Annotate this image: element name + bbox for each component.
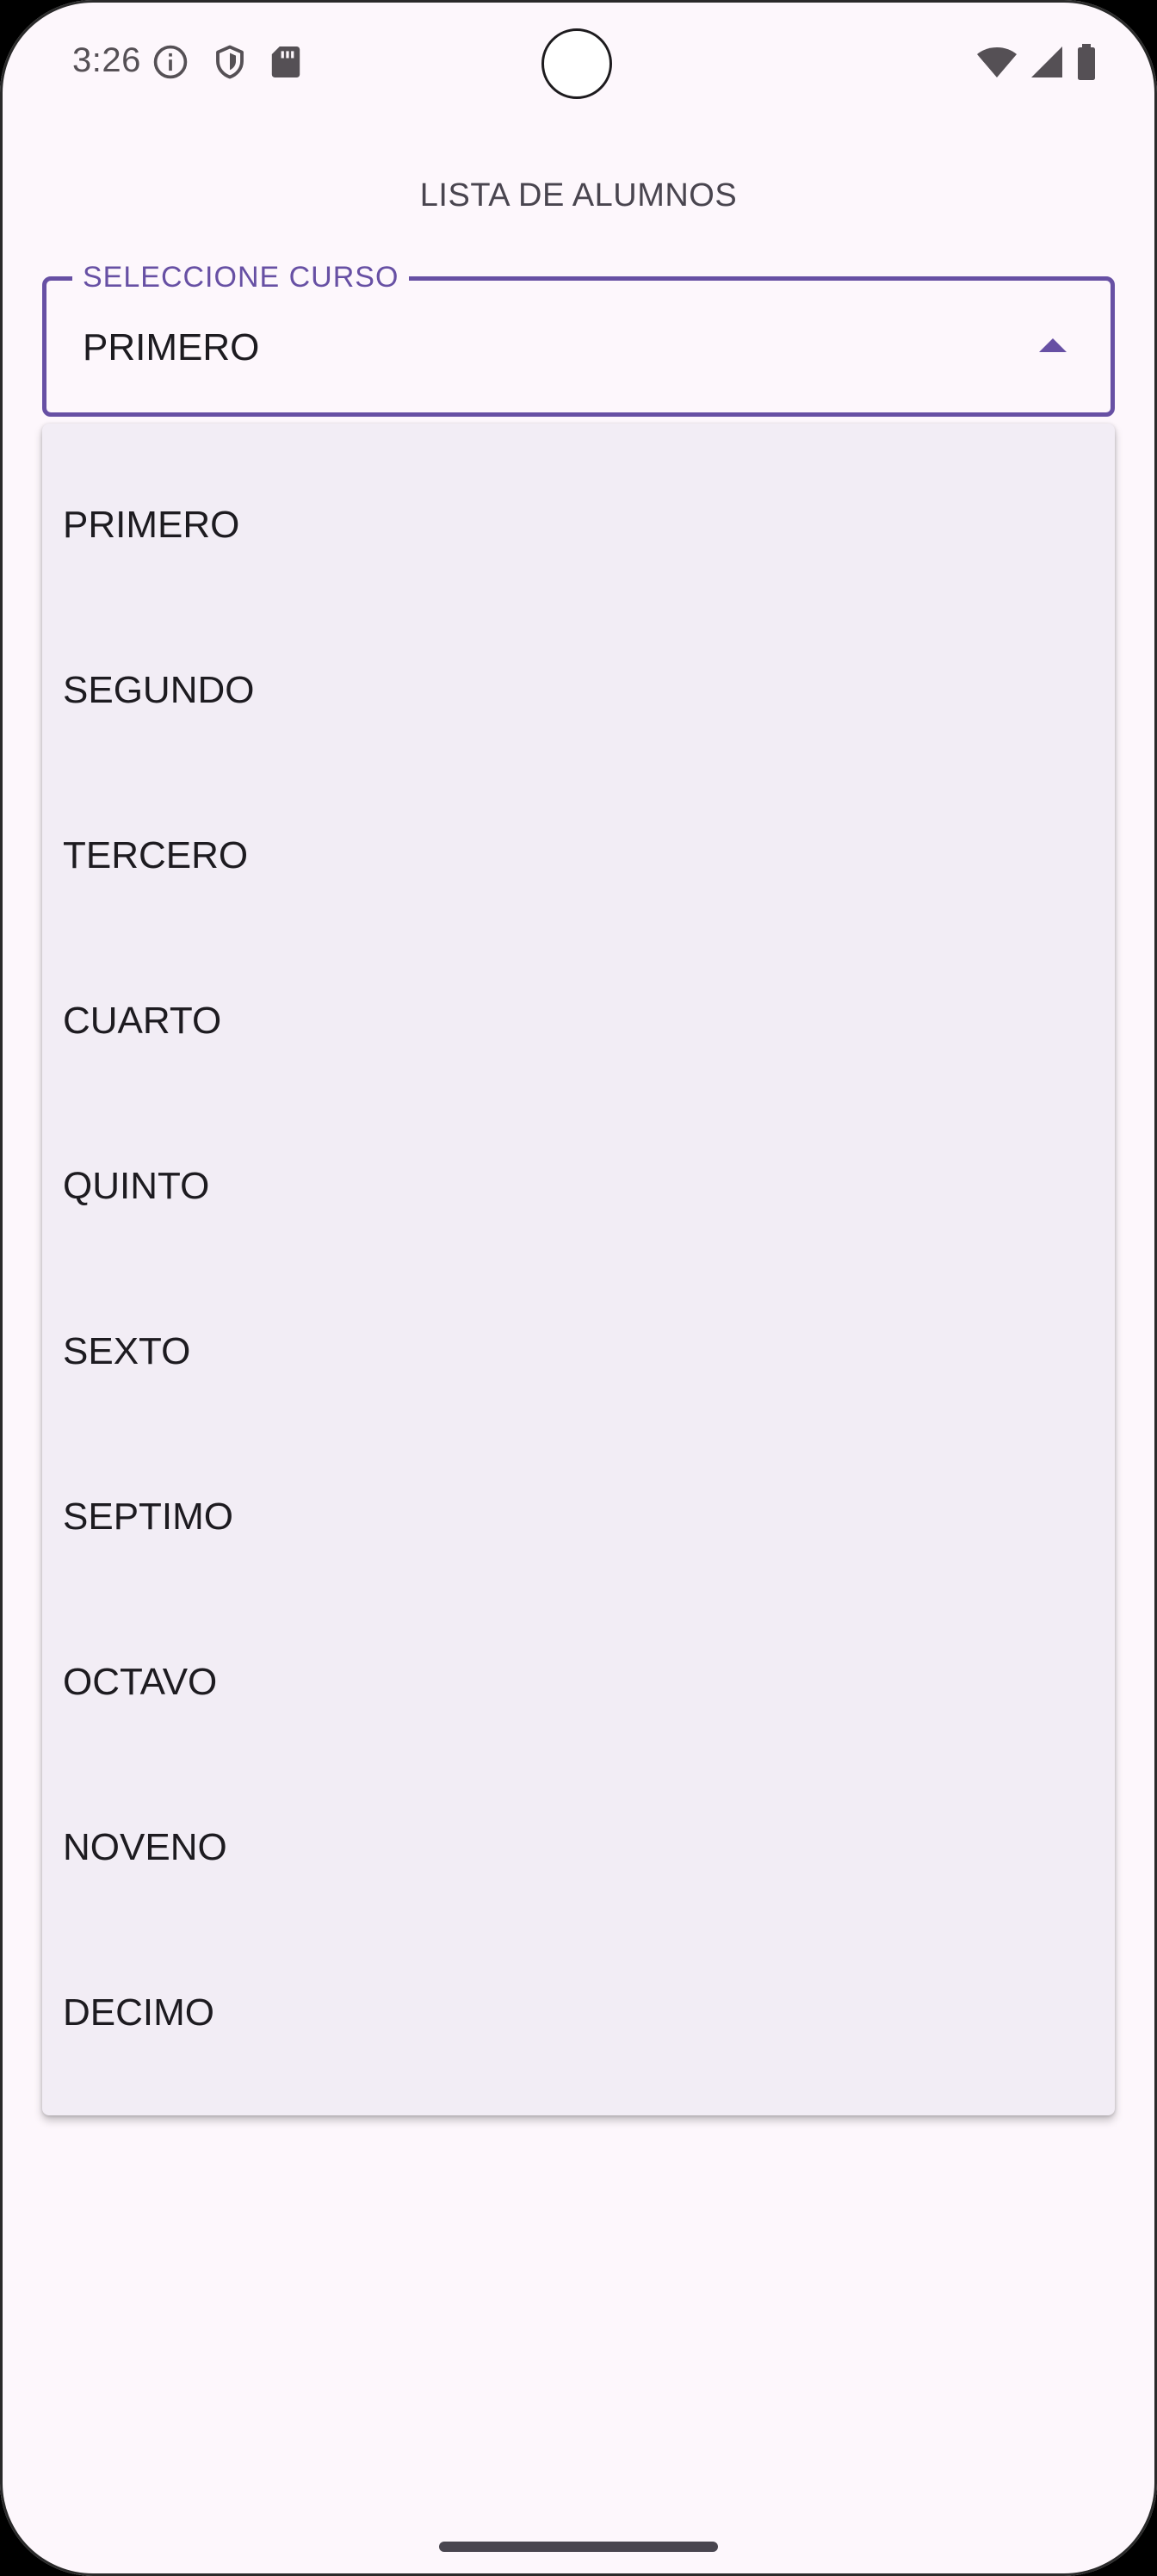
menu-item-label: SEXTO: [63, 1330, 191, 1372]
menu-item-label: DECIMO: [63, 1991, 214, 2034]
cell-signal-icon: [1030, 45, 1064, 84]
menu-item-decimo[interactable]: DECIMO: [42, 1930, 1115, 2096]
camera-cutout: [541, 28, 612, 99]
menu-item-octavo[interactable]: OCTAVO: [42, 1600, 1115, 1765]
status-time: 3:26: [72, 41, 141, 79]
menu-item-label: QUINTO: [63, 1165, 210, 1207]
course-select-value[interactable]: PRIMERO: [83, 325, 259, 370]
course-select-label: SELECCIONE CURSO: [72, 260, 410, 294]
battery-icon: [1076, 43, 1097, 85]
course-dropdown-menu: PRIMERO SEGUNDO TERCERO CUARTO QUINTO SEXTO SE…: [42, 424, 1115, 2115]
menu-item-sexto[interactable]: SEXTO: [42, 1269, 1115, 1434]
home-indicator[interactable]: [439, 2542, 718, 2552]
menu-item-label: NOVENO: [63, 1826, 227, 1868]
menu-item-septimo[interactable]: SEPTIMO: [42, 1434, 1115, 1600]
menu-item-label: OCTAVO: [63, 1661, 218, 1703]
menu-item-label: CUARTO: [63, 1000, 222, 1042]
page-title: LISTA DE ALUMNOS: [419, 177, 738, 214]
app-screen: 3:26 LISTA DE ALUMNOS SELECCIONE CURSO P…: [0, 0, 1157, 2576]
menu-item-segundo[interactable]: SEGUNDO: [42, 608, 1115, 773]
menu-item-label: SEGUNDO: [63, 669, 255, 711]
menu-item-cuarto[interactable]: CUARTO: [42, 938, 1115, 1104]
menu-item-quinto[interactable]: QUINTO: [42, 1104, 1115, 1269]
menu-item-label: TERCERO: [63, 834, 249, 876]
menu-item-label: PRIMERO: [63, 504, 240, 546]
menu-item-tercero[interactable]: TERCERO: [42, 773, 1115, 938]
status-icons-left: [152, 45, 301, 83]
arrow-drop-up-icon[interactable]: [1039, 337, 1067, 353]
wifi-icon: [976, 45, 1018, 84]
menu-item-primero[interactable]: PRIMERO: [42, 443, 1115, 608]
sd-card-icon: [270, 43, 301, 85]
status-icons-right: [976, 43, 1097, 85]
menu-item-label: SEPTIMO: [63, 1495, 234, 1538]
menu-item-noveno[interactable]: NOVENO: [42, 1765, 1115, 1930]
info-icon: [152, 43, 189, 85]
shield-icon: [212, 43, 248, 85]
